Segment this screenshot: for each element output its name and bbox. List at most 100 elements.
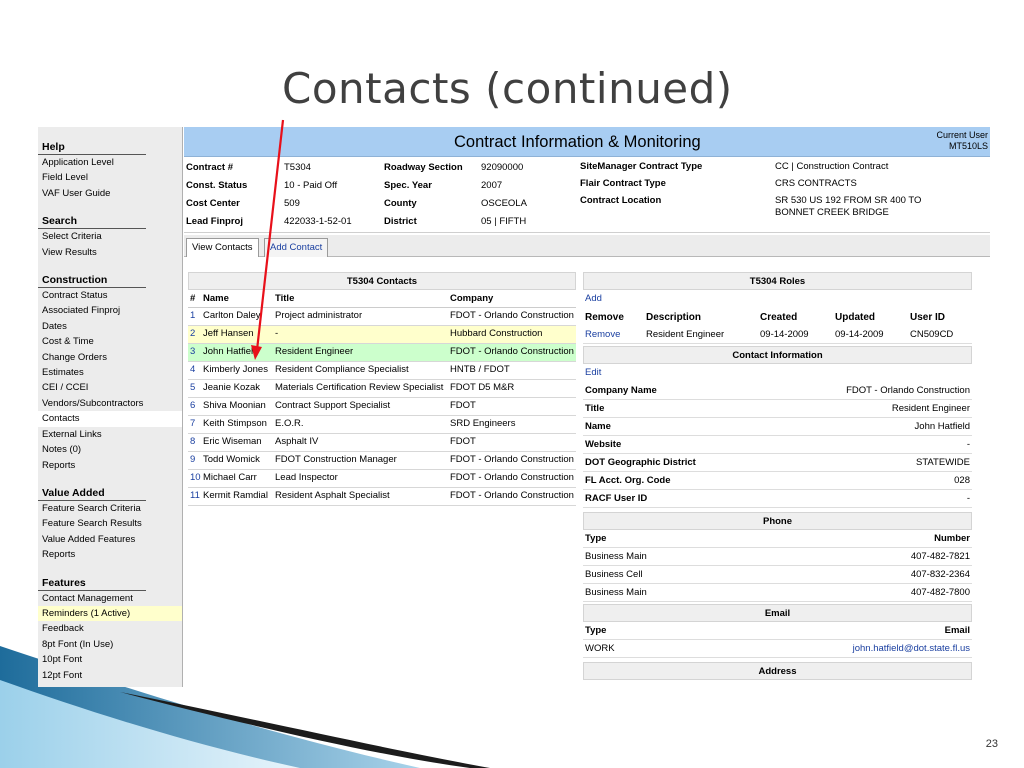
contact-info-row: Title Resident Engineer bbox=[583, 400, 972, 418]
table-row[interactable]: 11 Kermit Ramdial Resident Asphalt Special… bbox=[188, 488, 576, 506]
current-user-label: Current User bbox=[936, 130, 988, 140]
roles-col-updated: Updated bbox=[835, 311, 875, 323]
table-row[interactable]: 4 Kimberly Jones Resident Compliance Speci… bbox=[188, 362, 576, 380]
contact-title: Contract Support Specialist bbox=[275, 400, 391, 411]
email-address-link[interactable]: john.hatfield@dot.state.fl.us bbox=[853, 643, 970, 654]
sidebar-item[interactable]: Estimates bbox=[38, 365, 182, 380]
phone-type: Business Main bbox=[585, 551, 647, 562]
sidebar-item[interactable]: CEI / CCEI bbox=[38, 380, 182, 395]
sidebar-item[interactable]: Notes (0) bbox=[38, 442, 182, 457]
contact-name: Eric Wiseman bbox=[203, 436, 262, 447]
sidebar-item[interactable]: Feedback bbox=[38, 621, 182, 636]
table-row[interactable]: 1 Carlton Daley Project administrator FDOT … bbox=[188, 308, 576, 326]
tab-view-contacts[interactable]: View Contacts bbox=[186, 238, 259, 257]
sidebar-item[interactable]: View Results bbox=[38, 245, 182, 260]
sm-type-value: CC | Construction Contract bbox=[775, 161, 889, 172]
add-role-link[interactable]: Add bbox=[583, 290, 972, 308]
contact-company: HNTB / FDOT bbox=[450, 364, 510, 375]
contact-number: 6 bbox=[190, 400, 196, 411]
sidebar-item[interactable]: Application Level bbox=[38, 155, 182, 170]
sidebar-item[interactable]: Change Orders bbox=[38, 350, 182, 365]
sidebar-item[interactable]: Associated Finproj bbox=[38, 303, 182, 318]
sidebar-item[interactable]: Cost & Time bbox=[38, 334, 182, 349]
table-row[interactable]: 3 John Hatfield Resident Engineer FDOT - Or… bbox=[188, 344, 576, 362]
contact-title: Asphalt IV bbox=[275, 436, 319, 447]
phone-type: Business Cell bbox=[585, 569, 643, 580]
sidebar-section: Construction Contract Status Associated Fi… bbox=[38, 266, 182, 473]
roles-panel: T5304 Roles Add Remove Description Creat… bbox=[583, 272, 972, 680]
contact-number: 1 bbox=[190, 310, 196, 321]
roles-header: Remove Description Created Updated User … bbox=[583, 308, 972, 326]
sidebar-item[interactable]: Feature Search Criteria bbox=[38, 501, 182, 516]
roles-col-created: Created bbox=[760, 311, 798, 323]
table-row[interactable]: 9 Todd Womick FDOT Construction Manager FDO… bbox=[188, 452, 576, 470]
sidebar-item[interactable]: Contact Management bbox=[38, 591, 182, 606]
contact-name: Todd Womick bbox=[203, 454, 260, 465]
contact-title: Project administrator bbox=[275, 310, 363, 321]
contact-info-key: DOT Geographic District bbox=[585, 457, 696, 468]
contact-name: Michael Carr bbox=[203, 472, 257, 483]
edit-contact-link[interactable]: Edit bbox=[583, 364, 972, 382]
table-row[interactable]: 2 Jeff Hansen - Hubbard Construction bbox=[188, 326, 576, 344]
contact-name: Keith Stimpson bbox=[203, 418, 267, 429]
contact-company: FDOT D5 M&R bbox=[450, 382, 515, 393]
col-num: # bbox=[190, 293, 196, 304]
district-label: District bbox=[384, 216, 417, 227]
sidebar-section: Help Application Level Field Level VAF User… bbox=[38, 133, 182, 201]
address-title: Address bbox=[583, 662, 972, 680]
phone-header: Type Number bbox=[583, 530, 972, 548]
contact-number: 4 bbox=[190, 364, 196, 375]
email-row: WORK john.hatfield@dot.state.fl.us bbox=[583, 640, 972, 658]
sidebar-item[interactable]: Select Criteria bbox=[38, 229, 182, 244]
contact-info-value: - bbox=[966, 439, 970, 450]
sidebar-section: Search Select Criteria View Results bbox=[38, 207, 182, 260]
contact-title: - bbox=[275, 328, 279, 339]
contact-number: 9 bbox=[190, 454, 196, 465]
remove-role-link[interactable]: Remove bbox=[583, 329, 646, 340]
sidebar-item[interactable]: Reports bbox=[38, 547, 182, 562]
contact-info-key: Title bbox=[585, 403, 605, 414]
contact-company: FDOT bbox=[450, 436, 476, 447]
table-row[interactable]: 5 Jeanie Kozak Materials Certification Rev… bbox=[188, 380, 576, 398]
contacts-table-header: # Name Title Company bbox=[188, 290, 576, 308]
contact-title: FDOT Construction Manager bbox=[275, 454, 397, 465]
table-row[interactable]: 10 Michael Carr Lead Inspector FDOT - Orlan… bbox=[188, 470, 576, 488]
sidebar-item[interactable]: Vendors/Subcontractors bbox=[38, 396, 182, 411]
tab-bar: View Contacts Add Contact bbox=[184, 235, 990, 257]
sidebar-item[interactable]: Reports bbox=[38, 458, 182, 473]
contact-info-row: RACF User ID - bbox=[583, 490, 972, 508]
sidebar-item[interactable]: Field Level bbox=[38, 170, 182, 185]
sidebar-item[interactable]: Reminders (1 Active) bbox=[38, 605, 182, 622]
finproj-value: 422033-1-52-01 bbox=[284, 216, 352, 227]
sidebar-item[interactable]: 10pt Font bbox=[38, 652, 182, 667]
roles-col-description: Description bbox=[646, 311, 702, 323]
contact-number: 7 bbox=[190, 418, 196, 429]
current-user: Current User MT510LS bbox=[936, 130, 988, 152]
tab-add-contact[interactable]: Add Contact bbox=[264, 238, 329, 257]
phone-row: Business Main 407-482-7800 bbox=[583, 584, 972, 602]
contact-info-key: FL Acct. Org. Code bbox=[585, 475, 671, 486]
phone-title: Phone bbox=[583, 512, 972, 530]
contract-value: T5304 bbox=[284, 162, 311, 173]
phone-row: Business Main 407-482-7821 bbox=[583, 548, 972, 566]
sidebar-item[interactable]: 12pt Font bbox=[38, 668, 182, 683]
sidebar-item[interactable]: Contacts bbox=[38, 411, 182, 427]
email-type: WORK bbox=[585, 643, 615, 654]
sidebar-item[interactable]: 8pt Font (In Use) bbox=[38, 637, 182, 652]
sidebar-item[interactable]: Dates bbox=[38, 319, 182, 334]
table-row[interactable]: 8 Eric Wiseman Asphalt IV FDOT bbox=[188, 434, 576, 452]
phone-number: 407-482-7821 bbox=[910, 551, 970, 562]
contact-info-value: FDOT - Orlando Construction bbox=[846, 385, 970, 396]
contact-company: Hubbard Construction bbox=[450, 328, 543, 339]
roadway-value: 92090000 bbox=[481, 162, 524, 173]
sidebar-item[interactable]: External Links bbox=[38, 427, 182, 442]
contact-company: FDOT bbox=[450, 400, 476, 411]
table-row[interactable]: 6 Shiva Moonian Contract Support Specialis… bbox=[188, 398, 576, 416]
contact-info-row: Company Name FDOT - Orlando Construction bbox=[583, 382, 972, 400]
sidebar-item[interactable]: Feature Search Results bbox=[38, 516, 182, 531]
phone-number: 407-482-7800 bbox=[910, 587, 970, 598]
sidebar-item[interactable]: Contract Status bbox=[38, 288, 182, 303]
sidebar-item[interactable]: VAF User Guide bbox=[38, 186, 182, 201]
sidebar-item[interactable]: Value Added Features bbox=[38, 532, 182, 547]
table-row[interactable]: 7 Keith Stimpson E.O.R. SRD Engineers bbox=[188, 416, 576, 434]
